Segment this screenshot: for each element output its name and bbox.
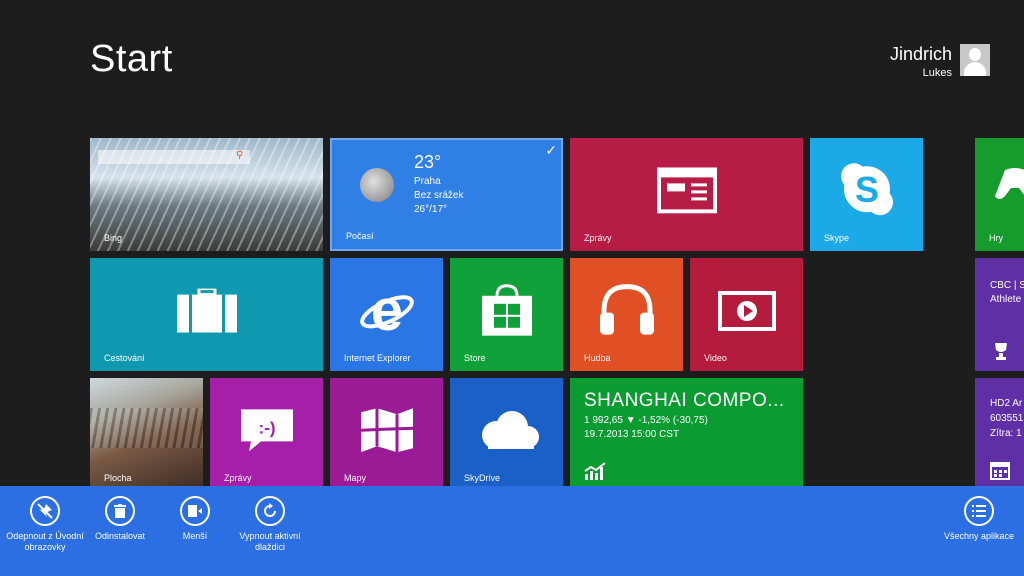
tile-label: Video <box>704 353 727 363</box>
tile-label: Store <box>464 353 486 363</box>
refresh-off-icon <box>255 496 285 526</box>
user-account[interactable]: Jindrich Lukes <box>890 44 990 80</box>
tile-news[interactable]: Zprávy <box>570 138 803 251</box>
weather-city: Praha <box>414 176 441 187</box>
tile-calendar[interactable]: HD2 Ar 603551 Zítra: 1 <box>975 378 1024 491</box>
tile-label: Cestování <box>104 353 145 363</box>
tile-label: Internet Explorer <box>344 353 411 363</box>
store-bag-icon <box>481 283 532 336</box>
tile-label: SkyDrive <box>464 473 501 483</box>
tile-maps[interactable]: Mapy <box>330 378 443 491</box>
turn-live-tile-off-label: Vypnout aktivní dlaždici <box>239 531 301 552</box>
finance-chart-icon <box>584 462 606 480</box>
tile-finance[interactable]: SHANGHAI COMPO... 1 992,65 ▼ -1,52% (-30… <box>570 378 803 491</box>
start-title: Start <box>90 38 173 80</box>
calendar-line2: 603551 <box>990 413 1024 424</box>
gamepad-icon <box>995 168 1024 199</box>
tile-label: Hudba <box>584 353 611 363</box>
tile-label: Hry <box>989 233 1003 243</box>
tile-skydrive[interactable]: SkyDrive <box>450 378 563 491</box>
tile-label: Počasí <box>346 231 374 241</box>
user-last-name: Lukes <box>922 67 952 79</box>
tile-skype[interactable]: S Skype <box>810 138 923 251</box>
unpin-icon <box>30 496 60 526</box>
headphones-icon <box>599 283 654 335</box>
user-names: Jindrich Lukes <box>890 44 952 80</box>
tile-label: Mapy <box>344 473 367 483</box>
weather-temperature: 23° <box>414 152 442 172</box>
calendar-icon <box>990 462 1010 480</box>
tile-music[interactable]: Hudba <box>570 258 683 371</box>
unpin-label: Odepnout z Úvodní obrazovky <box>6 531 84 552</box>
uninstall-button[interactable]: Odinstalovat <box>80 496 160 542</box>
sport-headline-line2: Athlete <box>990 294 1022 305</box>
all-apps-label: Všechny aplikace <box>943 531 1015 541</box>
tile-label: Bing <box>104 233 123 243</box>
tile-sport[interactable]: CBC | S Athlete <box>975 258 1024 371</box>
calendar-line3: Zítra: 1 <box>990 428 1022 439</box>
video-icon <box>717 290 776 331</box>
weather-range: 26°/17° <box>414 204 448 215</box>
svg-text:S: S <box>854 169 878 210</box>
selected-check-icon: ✓ <box>545 142 557 158</box>
internet-explorer-icon: e <box>359 283 414 335</box>
sport-headline-line1: CBC | S <box>990 280 1024 291</box>
smaller-label: Menší <box>182 531 208 541</box>
finance-index-title: SHANGHAI COMPO... <box>584 390 785 411</box>
map-icon <box>360 407 413 452</box>
moon-icon <box>360 168 394 202</box>
tile-games[interactable]: Hry <box>975 138 1024 251</box>
list-icon <box>964 496 994 526</box>
uninstall-label: Odinstalovat <box>94 531 146 541</box>
tile-bing[interactable]: ⚲ Bing <box>90 138 323 251</box>
tile-weather[interactable]: 23° Praha Bez srážek 26°/17° ✓ Počasí <box>330 138 563 251</box>
tile-label: Zprávy <box>584 233 612 243</box>
tile-label: Skype <box>824 233 850 243</box>
skype-icon: S <box>840 162 893 215</box>
weather-condition: Bez srážek <box>414 190 464 201</box>
tile-messaging[interactable]: :-) Zprávy <box>210 378 323 491</box>
messaging-icon: :-) <box>240 408 293 451</box>
search-icon: ⚲ <box>236 150 244 161</box>
newspaper-icon <box>656 166 717 213</box>
tile-internet-explorer[interactable]: e Internet Explorer <box>330 258 443 371</box>
tile-label: Plocha <box>104 473 132 483</box>
all-apps-button[interactable]: Všechny aplikace <box>939 496 1019 542</box>
finance-quote: 1 992,65 ▼ -1,52% (-30,75) <box>584 415 708 426</box>
suitcase-icon <box>176 288 237 333</box>
tile-video[interactable]: Video <box>690 258 803 371</box>
app-bar: Odepnout z Úvodní obrazovky Odinstalovat… <box>0 486 1024 576</box>
turn-live-tile-off-button[interactable]: Vypnout aktivní dlaždici <box>230 496 310 553</box>
calendar-line1: HD2 Ar <box>990 398 1023 409</box>
trophy-icon <box>995 343 1007 360</box>
svg-text::-): :-) <box>258 418 275 437</box>
tile-desktop[interactable]: Plocha <box>90 378 203 491</box>
finance-timestamp: 19.7.2013 15:00 CST <box>584 429 680 440</box>
tile-store[interactable]: Store <box>450 258 563 371</box>
tile-travel[interactable]: Cestování <box>90 258 323 371</box>
desktop-wallpaper-image <box>90 408 203 448</box>
bing-search-box <box>98 150 250 164</box>
smaller-button[interactable]: Menší <box>155 496 235 542</box>
svg-text:e: e <box>370 283 402 335</box>
tile-label: Zprávy <box>224 473 252 483</box>
cloud-icon <box>481 410 539 449</box>
user-avatar-icon[interactable] <box>960 44 990 76</box>
trash-icon <box>105 496 135 526</box>
resize-smaller-icon <box>180 496 210 526</box>
user-first-name: Jindrich <box>889 44 952 64</box>
unpin-from-start-button[interactable]: Odepnout z Úvodní obrazovky <box>5 496 85 553</box>
